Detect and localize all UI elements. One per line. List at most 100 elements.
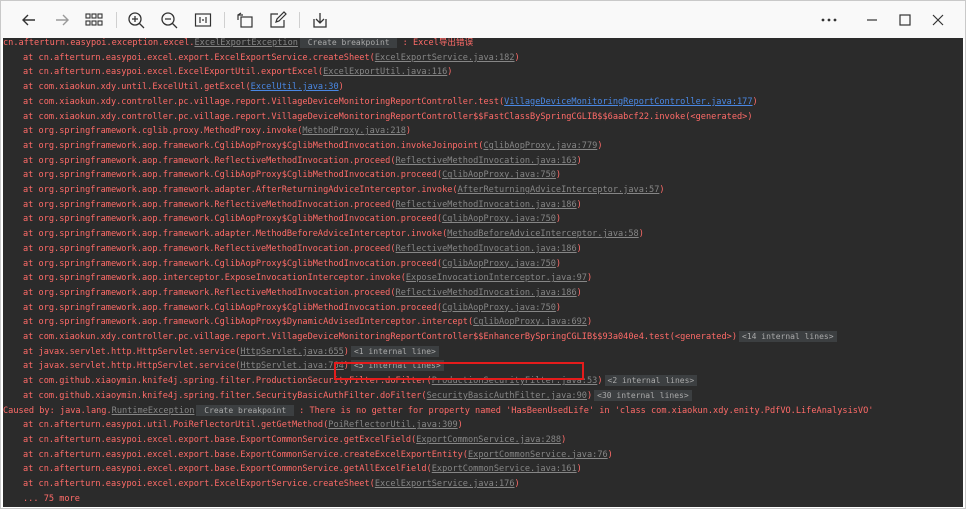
console-text: at cn.afterturn.easypoi.excel.export.bas… <box>23 449 468 460</box>
source-link[interactable]: ExcelExportService.java:182 <box>375 53 515 63</box>
source-link[interactable]: MethodBeforeAdviceInterceptor.java:58 <box>447 229 638 239</box>
console-text: at cn.afterturn.easypoi.excel.export.bas… <box>23 434 417 445</box>
source-link[interactable]: ExcelExportService.java:176 <box>375 479 515 489</box>
source-link[interactable]: HttpServlet.java:655 <box>240 347 343 357</box>
console-line: cn.afterturn.easypoi.exception.excel.Exc… <box>3 38 473 51</box>
console-text: at cn.afterturn.easypoi.util.PoiReflecto… <box>23 420 329 431</box>
create-breakpoint-button[interactable]: Create breakpoint <box>299 38 398 48</box>
internal-lines-fold[interactable]: <14 internal lines> <box>739 331 837 342</box>
more-options-icon[interactable] <box>818 9 840 31</box>
console-text: at org.springframework.aop.framework.Ref… <box>23 199 396 210</box>
console-text: ) <box>555 214 562 225</box>
source-link[interactable]: ExcelExportException <box>194 38 297 48</box>
source-link[interactable]: ExposeInvocationInterceptor.java:97 <box>406 273 587 283</box>
console-text: ) <box>586 273 593 284</box>
console-line: at org.springframework.aop.interceptor.E… <box>3 271 592 286</box>
console-text: at com.github.xiaoymin.knife4j.spring.fi… <box>23 390 427 401</box>
internal-lines-fold[interactable]: <2 internal lines> <box>604 375 698 387</box>
source-link[interactable]: SecurityBasicAuthFilter.java:90 <box>427 391 587 401</box>
console-text: at cn.afterturn.easypoi.excel.export.Exc… <box>23 52 375 63</box>
source-link[interactable]: RuntimeException <box>112 406 195 416</box>
source-link[interactable]: ReflectiveMethodInvocation.java:186 <box>396 200 577 210</box>
console-text: at cn.afterturn.easypoi.excel.export.bas… <box>23 464 432 475</box>
source-link[interactable]: ExportCommonService.java:288 <box>416 435 561 445</box>
source-link[interactable]: CglibAopProxy.java:692 <box>473 317 587 327</box>
console-line: at org.springframework.cglib.proxy.Metho… <box>3 124 411 139</box>
console-text: : Excel导出错误 <box>397 38 474 48</box>
source-link[interactable]: ExcelExportUtil.java:116 <box>323 67 447 77</box>
console-line: at org.springframework.aop.framework.Cgl… <box>3 257 561 272</box>
zoom-out-icon[interactable] <box>158 9 180 31</box>
grid-view-icon[interactable] <box>83 9 105 31</box>
error-highlight-box <box>334 362 584 380</box>
source-link[interactable]: ExportCommonService.java:76 <box>468 450 608 460</box>
console-text: ) <box>597 376 603 387</box>
zoom-in-icon[interactable] <box>125 9 147 31</box>
console-line: at org.springframework.aop.framework.Cgl… <box>3 168 561 183</box>
maximize-icon[interactable] <box>894 9 916 31</box>
console-line: at org.springframework.aop.framework.Ref… <box>3 286 582 301</box>
minimize-icon[interactable] <box>861 9 883 31</box>
fit-page-icon[interactable] <box>192 9 214 31</box>
save-icon[interactable] <box>309 9 331 31</box>
source-link[interactable]: CglibAopProxy.java:750 <box>442 303 556 313</box>
source-link[interactable]: PoiReflectorUtil.java:309 <box>328 420 457 430</box>
create-breakpoint-button[interactable]: Create breakpoint <box>196 404 294 416</box>
toolbar-separator <box>116 12 117 28</box>
forward-arrow-icon[interactable] <box>51 9 73 31</box>
source-link[interactable]: VillageDeviceMonitoringReportController.… <box>504 97 752 107</box>
internal-lines-fold[interactable]: <1 internal line> <box>350 345 439 357</box>
source-link[interactable]: CglibAopProxy.java:750 <box>442 214 556 224</box>
console-text: at org.springframework.aop.framework.Ref… <box>23 155 396 166</box>
toolbar-separator <box>299 12 300 28</box>
toolbar-separator <box>224 12 225 28</box>
close-icon[interactable] <box>927 9 949 31</box>
console-text: at org.springframework.aop.framework.Cgl… <box>23 258 443 269</box>
source-link[interactable]: MethodProxy.java:218 <box>302 126 405 136</box>
console-line: ... 75 more <box>3 492 80 507</box>
console-line: at com.xiaokun.xdy.controller.pc.village… <box>3 110 753 125</box>
source-link[interactable]: ReflectiveMethodInvocation.java:186 <box>396 244 577 254</box>
console-line: at org.springframework.aop.framework.Cgl… <box>3 301 561 316</box>
back-arrow-icon[interactable] <box>18 9 40 31</box>
source-link[interactable]: ExcelUtil.java:30 <box>251 82 339 92</box>
console-text: ) <box>576 199 582 210</box>
source-link[interactable]: HttpServlet.java:764 <box>240 361 343 371</box>
console-text: ) <box>576 287 582 298</box>
console-text: at org.springframework.aop.framework.Ref… <box>23 287 396 298</box>
source-link[interactable]: CglibAopProxy.java:779 <box>483 141 597 151</box>
console-text: at cn.afterturn.easypoi.excel.export.Exc… <box>23 479 375 489</box>
console-output[interactable]: cn.afterturn.easypoi.exception.excel.Exc… <box>3 38 963 507</box>
source-link[interactable]: AfterReturningAdviceInterceptor.java:57 <box>458 185 660 195</box>
console-text: at org.springframework.aop.framework.Cgl… <box>23 170 443 181</box>
source-link[interactable]: ReflectiveMethodInvocation.java:186 <box>396 288 577 298</box>
console-text: at cn.afterturn.easypoi.excel.ExcelExpor… <box>23 67 324 78</box>
console-text: ) <box>338 82 344 93</box>
console-text: at com.xiaokun.xdy.controller.pc.village… <box>23 96 505 107</box>
console-text: ) <box>555 258 562 269</box>
console-line: at org.springframework.aop.framework.Ref… <box>3 242 582 257</box>
source-link[interactable]: CglibAopProxy.java:750 <box>442 170 556 180</box>
console-text: ) <box>576 155 582 166</box>
console-line: at org.springframework.aop.framework.Cgl… <box>3 139 603 154</box>
console-line: at javax.servlet.http.HttpServlet.servic… <box>3 345 439 360</box>
source-link[interactable]: ReflectiveMethodInvocation.java:163 <box>396 156 577 166</box>
console-text: Caused by: java.lang. <box>3 405 112 416</box>
console-text: at com.xiaokun.xdy.controller.pc.village… <box>23 332 737 342</box>
internal-lines-fold[interactable]: <30 internal lines> <box>594 389 692 401</box>
console-line: at com.xiaokun.xdy.controller.pc.village… <box>3 330 837 345</box>
rotate-icon[interactable] <box>234 9 256 31</box>
edit-icon[interactable] <box>267 9 289 31</box>
console-text: ) <box>576 464 582 475</box>
console-line: at cn.afterturn.easypoi.excel.export.bas… <box>3 462 582 477</box>
console-line: at org.springframework.aop.framework.Cgl… <box>3 212 561 227</box>
console-text: at org.springframework.aop.framework.ada… <box>23 229 448 240</box>
console-text: at org.springframework.aop.framework.Cgl… <box>23 302 443 313</box>
source-link[interactable]: CglibAopProxy.java:750 <box>442 259 556 269</box>
source-link[interactable]: ExportCommonService.java:161 <box>432 464 577 474</box>
console-line: Caused by: java.lang.RuntimeException Cr… <box>3 404 873 419</box>
console-text: at org.springframework.aop.framework.Cgl… <box>23 317 474 328</box>
console-line: at org.springframework.aop.framework.ada… <box>3 227 644 242</box>
console-text: at org.springframework.aop.framework.ada… <box>23 185 458 195</box>
console-line: at org.springframework.aop.framework.Cgl… <box>3 315 592 330</box>
